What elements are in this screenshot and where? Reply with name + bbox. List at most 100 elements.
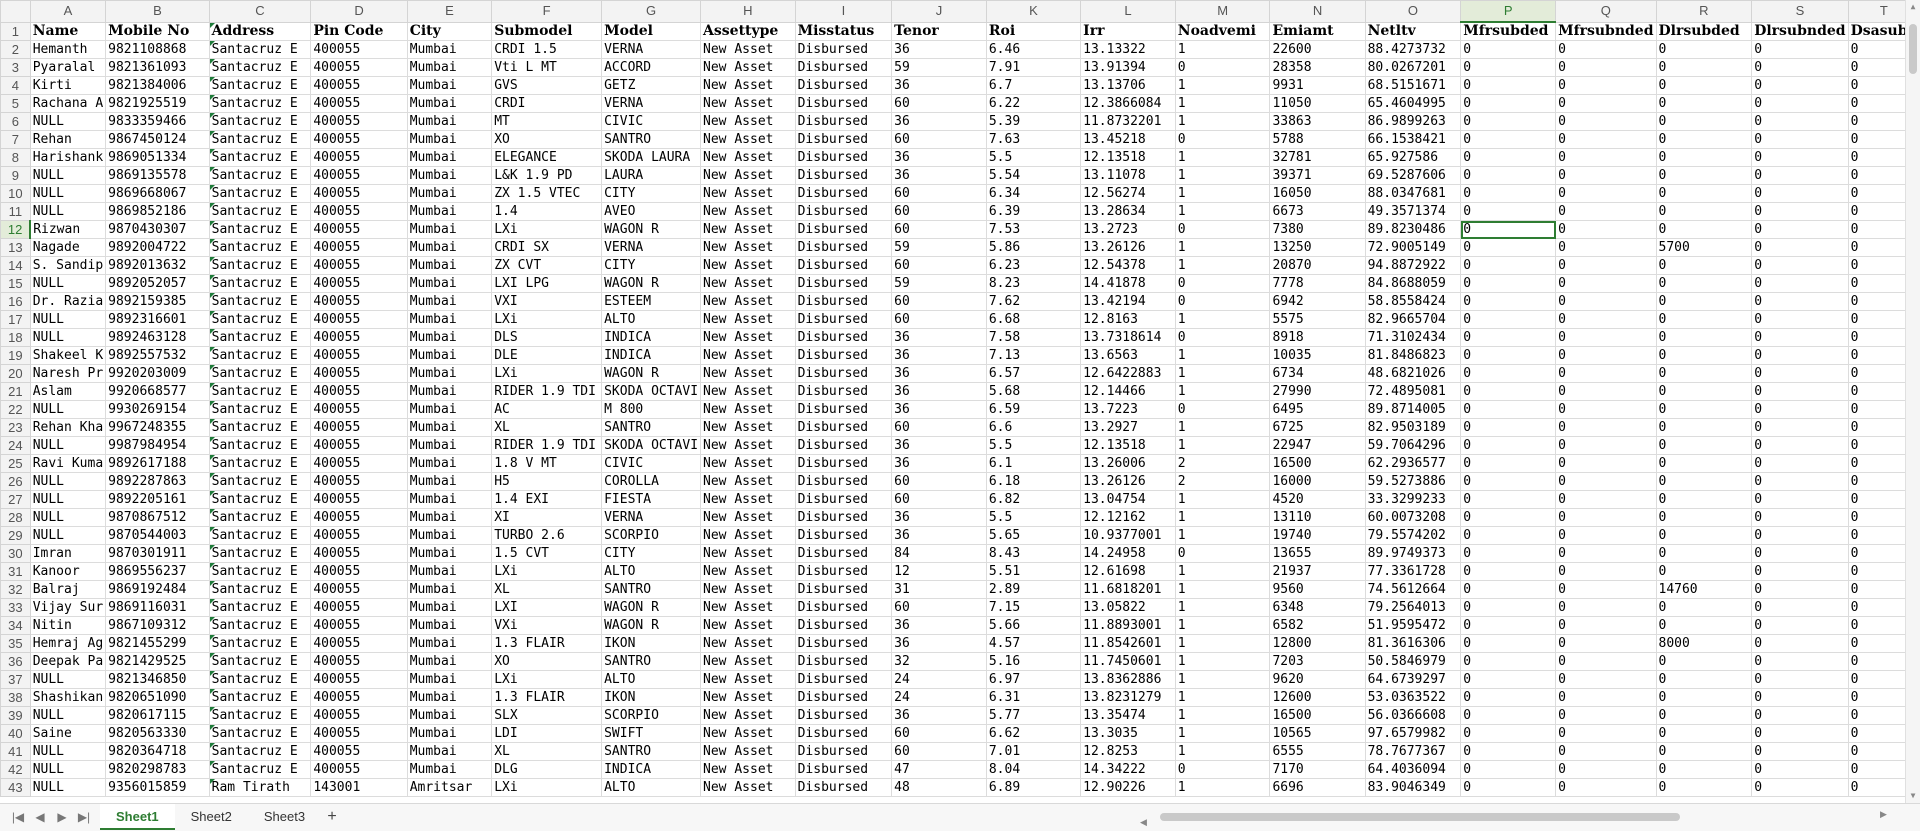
cell-L12[interactable]: 13.2723 (1080, 220, 1176, 239)
column-header-F[interactable]: F (491, 0, 603, 23)
column-header-G[interactable]: G (601, 0, 702, 23)
cell-N34[interactable]: 6582 (1269, 616, 1366, 635)
cell-C15[interactable]: Santacruz E (208, 274, 312, 293)
tab-sheet2[interactable]: Sheet2 (175, 804, 248, 830)
cell-I22[interactable]: Disbursed (794, 400, 893, 419)
cell-N16[interactable]: 6942 (1269, 292, 1366, 311)
cell-R1[interactable]: Dlrsubded (1655, 21, 1753, 41)
cell-R16[interactable]: 0 (1655, 292, 1753, 311)
cell-Q28[interactable]: 0 (1555, 508, 1657, 527)
cell-K4[interactable]: 6.7 (985, 76, 1082, 95)
cell-S9[interactable]: 0 (1751, 166, 1849, 185)
cell-R32[interactable]: 14760 (1655, 580, 1753, 599)
cell-J31[interactable]: 12 (891, 562, 987, 581)
row-header[interactable]: 22 (0, 400, 31, 419)
cell-K13[interactable]: 5.86 (985, 238, 1082, 257)
row-header[interactable]: 28 (0, 508, 31, 527)
cell-S34[interactable]: 0 (1751, 616, 1849, 635)
cell-B31[interactable]: 9869556237 (105, 562, 210, 581)
cell-J25[interactable]: 36 (891, 454, 987, 473)
cell-S30[interactable]: 0 (1751, 544, 1849, 563)
cell-F38[interactable]: 1.3 FLAIR (491, 688, 603, 707)
cell-C1[interactable]: Address (208, 21, 312, 41)
first-sheet-icon[interactable]: |◀ (10, 809, 26, 825)
cell-O11[interactable]: 49.3571374 (1364, 202, 1462, 221)
cell-L41[interactable]: 12.8253 (1080, 742, 1176, 761)
cell-J33[interactable]: 60 (891, 598, 987, 617)
cell-O17[interactable]: 82.9665704 (1364, 310, 1462, 329)
cell-B40[interactable]: 9820563330 (105, 724, 210, 743)
cell-N28[interactable]: 13110 (1269, 508, 1366, 527)
cell-G13[interactable]: VERNA (601, 238, 702, 257)
cell-P34[interactable]: 0 (1460, 616, 1557, 635)
cell-O34[interactable]: 51.9595472 (1364, 616, 1462, 635)
cell-A41[interactable]: NULL (29, 742, 107, 761)
cell-N11[interactable]: 6673 (1269, 202, 1366, 221)
row-header[interactable]: 8 (0, 148, 31, 167)
cell-H27[interactable]: New Asset (700, 490, 796, 509)
cell-C23[interactable]: Santacruz E (208, 418, 312, 437)
cell-G37[interactable]: ALTO (601, 670, 702, 689)
cell-R13[interactable]: 5700 (1655, 238, 1753, 257)
cell-C27[interactable]: Santacruz E (208, 490, 312, 509)
cell-K37[interactable]: 6.97 (985, 670, 1082, 689)
cell-A7[interactable]: Rehan (29, 130, 107, 149)
cell-D42[interactable]: 400055 (310, 760, 408, 779)
cell-P27[interactable]: 0 (1460, 490, 1557, 509)
cell-C17[interactable]: Santacruz E (208, 310, 312, 329)
cell-P31[interactable]: 0 (1460, 562, 1557, 581)
cell-B4[interactable]: 9821384006 (105, 76, 210, 95)
cell-C38[interactable]: Santacruz E (208, 688, 312, 707)
cell-F14[interactable]: ZX CVT (491, 256, 603, 275)
cell-O5[interactable]: 65.4604995 (1364, 94, 1462, 113)
cell-I8[interactable]: Disbursed (794, 148, 893, 167)
cell-P5[interactable]: 0 (1460, 94, 1557, 113)
cell-F20[interactable]: LXi (491, 364, 603, 383)
cell-R23[interactable]: 0 (1655, 418, 1753, 437)
cell-R35[interactable]: 8000 (1655, 634, 1753, 653)
row-header[interactable]: 12 (0, 220, 32, 239)
cell-D19[interactable]: 400055 (310, 346, 408, 365)
cell-H5[interactable]: New Asset (700, 94, 796, 113)
column-header-O[interactable]: O (1364, 0, 1462, 23)
cell-F40[interactable]: LDI (491, 724, 603, 743)
cell-H25[interactable]: New Asset (700, 454, 796, 473)
cell-E2[interactable]: Mumbai (406, 40, 493, 59)
cell-H31[interactable]: New Asset (700, 562, 796, 581)
cell-E21[interactable]: Mumbai (406, 382, 493, 401)
cell-R39[interactable]: 0 (1655, 706, 1753, 725)
cell-C43[interactable]: Ram Tirath (208, 778, 312, 797)
cell-K6[interactable]: 5.39 (985, 112, 1082, 131)
cell-B21[interactable]: 9920668577 (105, 382, 210, 401)
cell-I25[interactable]: Disbursed (794, 454, 893, 473)
cell-E23[interactable]: Mumbai (406, 418, 493, 437)
cell-G6[interactable]: CIVIC (601, 112, 702, 131)
cell-N21[interactable]: 27990 (1269, 382, 1366, 401)
cell-D9[interactable]: 400055 (310, 166, 408, 185)
cell-J19[interactable]: 36 (891, 346, 987, 365)
cell-I34[interactable]: Disbursed (794, 616, 893, 635)
cell-K36[interactable]: 5.16 (985, 652, 1082, 671)
cell-D6[interactable]: 400055 (310, 112, 408, 131)
cell-D13[interactable]: 400055 (310, 238, 408, 257)
cell-I39[interactable]: Disbursed (794, 706, 893, 725)
cell-B34[interactable]: 9867109312 (105, 616, 210, 635)
cell-H33[interactable]: New Asset (700, 598, 796, 617)
cell-E37[interactable]: Mumbai (406, 670, 493, 689)
cell-J24[interactable]: 36 (891, 436, 987, 455)
cell-D30[interactable]: 400055 (310, 544, 408, 563)
cell-P20[interactable]: 0 (1460, 364, 1557, 383)
cell-G10[interactable]: CITY (601, 184, 702, 203)
cell-O12[interactable]: 89.8230486 (1364, 220, 1462, 239)
cell-A20[interactable]: Naresh Pr (29, 364, 107, 383)
cell-M31[interactable]: 1 (1174, 562, 1271, 581)
row-header[interactable]: 36 (0, 652, 31, 671)
cell-Q43[interactable]: 0 (1555, 778, 1657, 797)
cell-C16[interactable]: Santacruz E (208, 292, 312, 311)
cell-N23[interactable]: 6725 (1269, 418, 1366, 437)
cell-I16[interactable]: Disbursed (794, 292, 893, 311)
cell-Q41[interactable]: 0 (1555, 742, 1657, 761)
cell-C11[interactable]: Santacruz E (208, 202, 312, 221)
cell-I1[interactable]: Misstatus (794, 21, 893, 41)
cell-S27[interactable]: 0 (1751, 490, 1849, 509)
